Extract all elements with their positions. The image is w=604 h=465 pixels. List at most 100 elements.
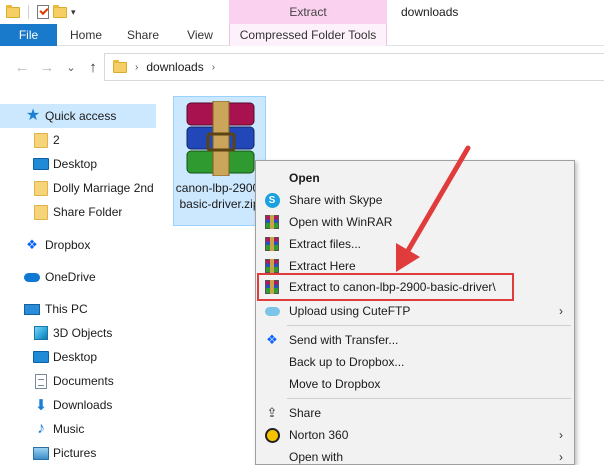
sidebar-item-3d-objects[interactable]: 3D Objects — [0, 321, 156, 345]
pictures-icon — [33, 445, 49, 461]
quick-access-toolbar: ▾ — [0, 0, 76, 24]
menu-item-label: Open — [289, 171, 320, 185]
sidebar-item-pictures[interactable]: Pictures — [0, 441, 156, 465]
cuteftp-icon — [264, 303, 280, 319]
menu-item-norton-360[interactable]: Norton 360 › — [257, 424, 573, 446]
menu-item-label: Upload using CuteFTP — [289, 304, 411, 318]
menu-item-share[interactable]: ⇪ Share — [257, 402, 573, 424]
customize-dropdown-icon[interactable]: ▾ — [71, 7, 76, 18]
menu-item-label: Norton 360 — [289, 428, 349, 442]
star-icon: ★ — [25, 107, 41, 124]
winrar-archive-icon — [186, 101, 255, 176]
tab-view[interactable]: View — [171, 24, 229, 46]
sidebar-item-label: Dolly Marriage 2nd — [53, 181, 154, 195]
pc-icon — [24, 301, 40, 317]
menu-item-label: Move to Dropbox — [289, 377, 381, 391]
sidebar-item-label: Dropbox — [45, 238, 91, 252]
winrar-icon — [264, 236, 280, 252]
back-arrow-icon[interactable]: ← — [12, 57, 32, 77]
toolbar-separator — [28, 5, 29, 19]
sidebar-item-music[interactable]: ♪ Music — [0, 417, 156, 441]
context-menu: Open S Share with Skype Open with WinRAR… — [255, 160, 575, 465]
menu-separator — [287, 398, 571, 399]
sidebar-item-label: Quick access — [45, 109, 117, 123]
navigation-pane: ★ Quick access 2 Desktop Dolly Marriage … — [0, 104, 156, 465]
menu-item-send-with-transfer[interactable]: ❖ Send with Transfer... — [257, 329, 573, 351]
menu-item-label: Open with WinRAR — [289, 215, 393, 229]
sidebar-item-label: 2 — [53, 133, 60, 147]
winrar-icon — [264, 279, 280, 295]
folder-icon — [113, 59, 127, 73]
menu-item-upload-cuteftp[interactable]: Upload using CuteFTP › — [257, 300, 573, 322]
winrar-icon — [264, 258, 280, 274]
submenu-chevron-icon: › — [559, 304, 563, 318]
properties-check-icon[interactable] — [37, 5, 49, 19]
sidebar-item-this-pc[interactable]: This PC — [0, 297, 156, 321]
sidebar-item-downloads[interactable]: ⬇ Downloads — [0, 393, 156, 417]
menu-item-open[interactable]: Open — [257, 167, 573, 189]
menu-item-label: Send with Transfer... — [289, 333, 399, 347]
menu-item-label: Extract files... — [289, 237, 362, 251]
dropbox-icon: ❖ — [266, 332, 278, 347]
cube-icon — [33, 325, 49, 341]
sidebar-item-quick-access[interactable]: ★ Quick access — [0, 104, 156, 128]
submenu-chevron-icon: › — [559, 450, 563, 464]
menu-item-open-with-winrar[interactable]: Open with WinRAR — [257, 211, 573, 233]
folder-icon[interactable] — [6, 4, 20, 18]
skype-icon: S — [264, 192, 280, 208]
desktop-icon — [33, 156, 49, 172]
menu-item-label: Extract to canon-lbp-2900-basic-driver\ — [289, 280, 496, 294]
address-bar[interactable]: › downloads › — [104, 53, 604, 81]
sidebar-item-label: OneDrive — [45, 270, 96, 284]
ribbon-tabs: File Home Share View Compressed Folder T… — [0, 24, 604, 46]
folder-icon — [33, 132, 49, 148]
winrar-icon — [264, 214, 280, 230]
sidebar-item-share-folder[interactable]: Share Folder — [0, 200, 156, 224]
folder-icon — [33, 180, 49, 196]
tab-file[interactable]: File — [0, 24, 57, 46]
tab-share[interactable]: Share — [115, 24, 171, 46]
breadcrumb-chevron-icon[interactable]: › — [135, 62, 138, 73]
menu-item-extract-here[interactable]: Extract Here — [257, 255, 573, 277]
menu-item-move-to-dropbox[interactable]: Move to Dropbox — [257, 373, 573, 395]
menu-item-back-up-to-dropbox[interactable]: Back up to Dropbox... — [257, 351, 573, 373]
up-arrow-icon[interactable]: ↑ — [83, 57, 103, 77]
dropbox-icon: ❖ — [26, 237, 38, 252]
tab-compressed-folder-tools[interactable]: Compressed Folder Tools — [229, 24, 387, 46]
sidebar-item-documents[interactable]: Documents — [0, 369, 156, 393]
sidebar-item-label: Downloads — [53, 398, 113, 412]
menu-item-share-with-skype[interactable]: S Share with Skype — [257, 189, 573, 211]
sidebar-item-label: This PC — [45, 302, 88, 316]
file-item-canon-driver-zip[interactable]: canon-lbp-2900-basic-driver.zip — [173, 96, 266, 226]
window-title: downloads — [401, 5, 459, 19]
sidebar-item-label: Documents — [53, 374, 114, 388]
forward-arrow-icon[interactable]: → — [37, 57, 57, 77]
menu-item-label: Share — [289, 406, 322, 420]
submenu-chevron-icon: › — [559, 428, 563, 442]
sidebar-item-label: Pictures — [53, 446, 97, 460]
menu-separator — [287, 325, 571, 326]
sidebar-item-desktop-pc[interactable]: Desktop — [0, 345, 156, 369]
breadcrumb-downloads[interactable]: downloads — [146, 60, 203, 74]
folder-icon — [33, 204, 49, 220]
share-icon: ⇪ — [266, 405, 278, 420]
sidebar-item-dropbox[interactable]: ❖ Dropbox — [0, 233, 156, 257]
sidebar-item-onedrive[interactable]: OneDrive — [0, 265, 156, 289]
sidebar-item-label: Desktop — [53, 350, 98, 364]
menu-item-extract-files[interactable]: Extract files... — [257, 233, 573, 255]
tab-home[interactable]: Home — [57, 24, 115, 46]
title-bar: ▾ Extract downloads — [0, 0, 604, 24]
menu-item-open-with[interactable]: Open with › — [257, 446, 573, 465]
norton-icon — [264, 427, 280, 443]
menu-item-label: Back up to Dropbox... — [289, 355, 405, 369]
menu-item-label: Share with Skype — [289, 193, 383, 207]
menu-item-extract-to-folder[interactable]: Extract to canon-lbp-2900-basic-driver\ — [257, 273, 514, 301]
breadcrumb-chevron-icon[interactable]: › — [212, 62, 215, 73]
sidebar-item-2[interactable]: 2 — [0, 128, 156, 152]
sidebar-item-dolly-marriage[interactable]: Dolly Marriage 2nd — [0, 176, 156, 200]
recent-locations-icon[interactable]: ⌄ — [61, 57, 81, 77]
documents-icon — [33, 373, 49, 389]
sidebar-item-desktop[interactable]: Desktop — [0, 152, 156, 176]
new-folder-icon[interactable] — [53, 4, 67, 18]
music-icon: ♪ — [37, 420, 45, 437]
